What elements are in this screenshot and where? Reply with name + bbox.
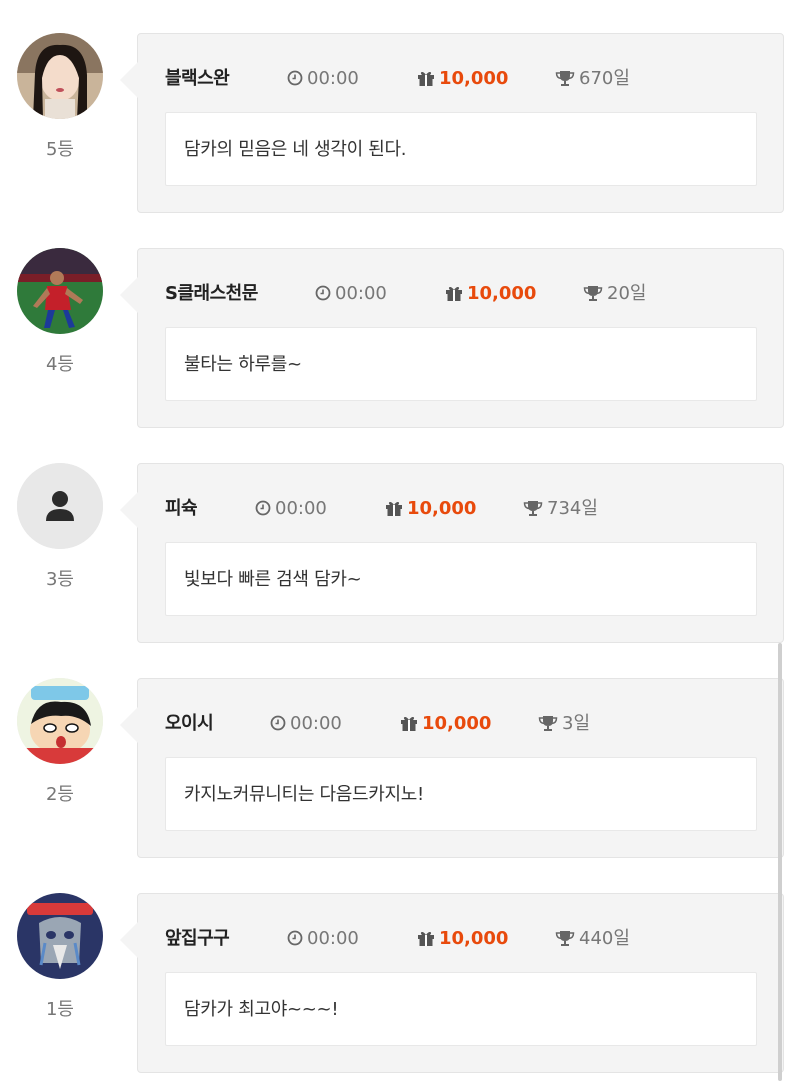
points-amount: 10,000: [439, 928, 509, 949]
avatar[interactable]: [17, 893, 103, 979]
comment-message: 담카가 최고야~~~!: [165, 972, 757, 1046]
comment-card: S클래스천문 00:00 10,000 20일 불타는 하루를~: [120, 248, 784, 428]
days-count: 440일: [579, 928, 630, 949]
rank-label: 3등: [45, 569, 74, 590]
list-item: 2등 오이시 00:00 10,000 3일 카지노커뮤니티는 다음드카지노!: [0, 678, 800, 858]
gift-icon: [418, 71, 434, 86]
avatar-column: 2등: [17, 678, 103, 806]
points-amount: 10,000: [439, 68, 509, 89]
gift-icon: [446, 286, 462, 301]
rank-label: 2등: [45, 784, 74, 805]
points-value: 10,000: [445, 282, 536, 306]
comment-meta: 앞집구구 00:00 10,000 440일: [165, 927, 765, 951]
gift-icon: [401, 716, 417, 731]
user-name[interactable]: 앞집구구: [165, 927, 230, 951]
comment-message: 카지노커뮤니티는 다음드카지노!: [165, 757, 757, 831]
avatar[interactable]: [17, 33, 103, 119]
comment-meta: S클래스천문 00:00 10,000 20일: [165, 282, 765, 306]
gift-icon: [418, 931, 434, 946]
avatar[interactable]: [17, 248, 103, 334]
avatar-column: 4등: [17, 248, 103, 376]
points-amount: 10,000: [407, 498, 477, 519]
time-stamp: 00:00: [255, 497, 327, 521]
days-count: 3일: [562, 713, 591, 734]
days-value: 670일: [555, 67, 630, 91]
comment-meta: 오이시 00:00 10,000 3일: [165, 712, 765, 736]
avatar-column: 1등: [17, 893, 103, 1021]
points-value: 10,000: [417, 927, 508, 951]
avatar[interactable]: [17, 463, 103, 549]
user-name[interactable]: 오이시: [165, 712, 214, 736]
days-value: 440일: [555, 927, 630, 951]
days-count: 670일: [579, 68, 630, 89]
clock-icon: [287, 930, 303, 946]
comment-meta: 피슉 00:00 10,000 734일: [165, 497, 765, 521]
trophy-icon: [555, 931, 575, 946]
points-value: 10,000: [400, 712, 491, 736]
list-item: 4등 S클래스천문 00:00 10,000 20일 불타는 하루를~: [0, 248, 800, 428]
days-value: 3일: [538, 712, 590, 736]
days-value: 734일: [523, 497, 598, 521]
list-item: 3등 피슉 00:00 10,000 734일 빛보다 빠른 검색 담카~: [0, 463, 800, 643]
days-value: 20일: [583, 282, 646, 306]
avatar[interactable]: [17, 678, 103, 764]
avatar-column: 5등: [17, 33, 103, 161]
time-value: 00:00: [335, 283, 387, 304]
comment-message: 불타는 하루를~: [165, 327, 757, 401]
clock-icon: [255, 500, 271, 516]
points-value: 10,000: [385, 497, 476, 521]
time-value: 00:00: [290, 713, 342, 734]
time-stamp: 00:00: [287, 927, 359, 951]
time-value: 00:00: [307, 928, 359, 949]
time-stamp: 00:00: [287, 67, 359, 91]
comment-card: 오이시 00:00 10,000 3일 카지노커뮤니티는 다음드카지노!: [120, 678, 784, 858]
trophy-icon: [523, 501, 543, 516]
list-item: 5등 블랙스완 00:00 10,000 670일 담카의 믿음은 네 생각이 …: [0, 33, 800, 213]
rank-label: 1등: [45, 999, 74, 1020]
points-amount: 10,000: [467, 283, 537, 304]
comment-card: 앞집구구 00:00 10,000 440일 담카가 최고야~~~!: [120, 893, 784, 1073]
clock-icon: [270, 715, 286, 731]
comment-message: 빛보다 빠른 검색 담카~: [165, 542, 757, 616]
days-count: 20일: [607, 283, 647, 304]
rank-label: 4등: [45, 354, 74, 375]
trophy-icon: [583, 286, 603, 301]
gift-icon: [386, 501, 402, 516]
time-stamp: 00:00: [270, 712, 342, 736]
user-name[interactable]: 피슉: [165, 497, 198, 521]
trophy-icon: [538, 716, 558, 731]
points-value: 10,000: [417, 67, 508, 91]
comment-card: 피슉 00:00 10,000 734일 빛보다 빠른 검색 담카~: [120, 463, 784, 643]
list-item: 1등 앞집구구 00:00 10,000 440일 담카가 최고야~~~!: [0, 893, 800, 1073]
clock-icon: [287, 70, 303, 86]
days-count: 734일: [547, 498, 598, 519]
user-name[interactable]: 블랙스완: [165, 67, 230, 91]
comment-message: 담카의 믿음은 네 생각이 된다.: [165, 112, 757, 186]
user-name[interactable]: S클래스천문: [165, 282, 258, 306]
time-stamp: 00:00: [315, 282, 387, 306]
comment-card: 블랙스완 00:00 10,000 670일 담카의 믿음은 네 생각이 된다.: [120, 33, 784, 213]
rank-label: 5등: [45, 139, 74, 160]
trophy-icon: [555, 71, 575, 86]
clock-icon: [315, 285, 331, 301]
comment-meta: 블랙스완 00:00 10,000 670일: [165, 67, 765, 91]
time-value: 00:00: [275, 498, 327, 519]
avatar-column: 3등: [17, 463, 103, 591]
points-amount: 10,000: [422, 713, 492, 734]
time-value: 00:00: [307, 68, 359, 89]
scrollbar[interactable]: [778, 643, 782, 1081]
